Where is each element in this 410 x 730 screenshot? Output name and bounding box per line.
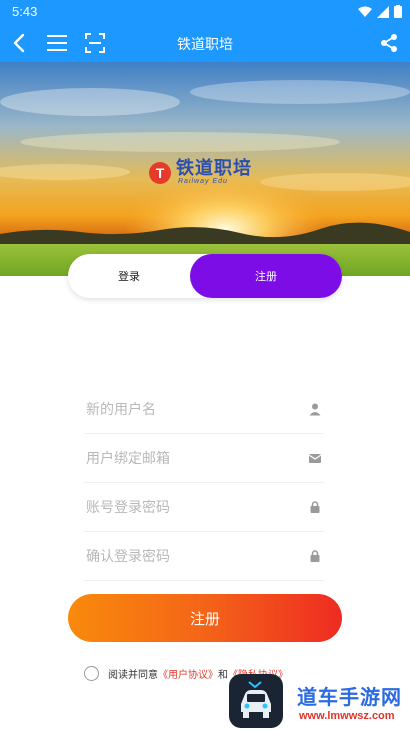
username-field [84,386,324,434]
lock-icon [310,501,320,513]
agreement-prefix: 阅读并同意 [108,670,158,681]
banner-image: T 铁道职培 Railway Edu [0,62,410,276]
logo-subtitle: Railway Edu [178,178,228,185]
agreement-conjunction: 和 [218,670,228,681]
status-bar: 5:43 [0,0,410,24]
battery-icon [394,5,402,18]
tab-register[interactable]: 注册 [190,254,342,298]
watermark-url: www.lmwwsz.com [299,710,395,722]
confirm-password-input[interactable] [86,545,296,569]
auth-tabs: 登录 注册 [68,254,342,298]
tab-login[interactable]: 登录 [68,254,190,298]
user-agreement-link[interactable]: 《用户协议》 [158,666,218,681]
logo-title: 铁道职培 [176,158,252,179]
app-logo: T 铁道职培 Railway Edu [147,160,252,185]
lock-icon [310,550,320,562]
status-icons [358,5,402,18]
app-bar: 铁道职培 [0,24,410,62]
wifi-icon [358,6,372,17]
username-input[interactable] [86,398,296,422]
logo-mark-icon: T [149,161,171,184]
register-button[interactable]: 注册 [68,594,342,642]
signal-icon [377,5,389,18]
watermark: 道车手游网 www.lmwwsz.com [229,674,410,730]
svg-text:T: T [156,165,165,181]
mail-icon [308,454,322,463]
password-field [84,484,324,532]
agree-checkbox[interactable] [84,666,99,681]
status-time: 5:43 [12,4,38,19]
car-icon [229,674,283,728]
confirm-password-field [84,533,324,581]
watermark-title: 道车手游网 [297,685,402,709]
email-input[interactable] [86,447,296,471]
page-title: 铁道职培 [177,37,233,53]
share-icon[interactable] [376,30,402,56]
email-field [84,435,324,483]
person-icon [309,403,321,416]
password-input[interactable] [86,496,296,520]
